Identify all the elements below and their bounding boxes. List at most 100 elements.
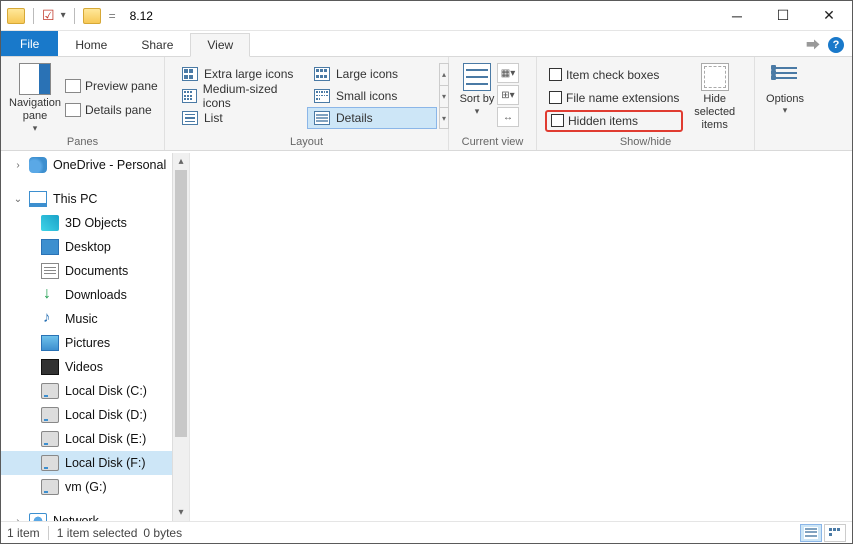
tab-home[interactable]: Home — [58, 33, 124, 56]
network-icon — [29, 513, 47, 521]
navigation-sidebar: › OneDrive - Personal ⌄ This PC 3D Objec… — [1, 153, 189, 521]
layout-medium[interactable]: Medium-sized icons — [175, 85, 305, 107]
extra-large-icons-icon — [182, 67, 198, 81]
item-check-boxes-toggle[interactable]: Item check boxes — [545, 64, 683, 86]
close-button[interactable]: ✕ — [806, 1, 852, 31]
navigation-pane-label: Navigation pane — [9, 97, 61, 123]
sidebar-item-desktop[interactable]: Desktop — [1, 235, 189, 259]
medium-icons-icon — [182, 89, 197, 103]
disk-icon — [41, 455, 59, 471]
pictures-icon — [41, 335, 59, 351]
add-columns-button[interactable]: ⊞▾ — [497, 85, 519, 105]
folder-icon — [83, 8, 101, 24]
sort-by-icon — [463, 63, 491, 91]
scroll-thumb[interactable] — [175, 170, 187, 437]
status-selection: 1 item selected — [57, 526, 138, 540]
layout-list[interactable]: List — [175, 107, 305, 129]
sidebar-item-disk-c[interactable]: Local Disk (C:) — [1, 379, 189, 403]
ribbon-group-current-view: Sort by ▾ ▦▾ ⊞▾ ↔ Current view — [449, 57, 537, 150]
layout-small[interactable]: Small icons — [307, 85, 437, 107]
layout-scroll[interactable]: ▴▾▾ — [439, 63, 449, 129]
group-label-show-hide: Show/hide — [545, 134, 746, 150]
sidebar-item-music[interactable]: Music — [1, 307, 189, 331]
sidebar-scrollbar[interactable]: ▴ ▾ — [172, 153, 189, 521]
details-pane-label: Details pane — [85, 103, 152, 117]
content-area: › OneDrive - Personal ⌄ This PC 3D Objec… — [1, 153, 852, 521]
scroll-down-icon[interactable]: ▾ — [173, 504, 189, 521]
collapse-icon[interactable]: ⌄ — [13, 194, 23, 205]
qat-properties-icon[interactable]: ☑ — [42, 7, 55, 24]
group-label-options — [763, 134, 807, 150]
desktop-icon — [41, 239, 59, 255]
file-list-pane[interactable] — [193, 153, 852, 521]
view-large-icons-toggle[interactable] — [824, 524, 846, 542]
options-icon — [771, 63, 799, 91]
help-icon[interactable]: ? — [828, 37, 844, 53]
sidebar-item-videos[interactable]: Videos — [1, 355, 189, 379]
group-label-layout: Layout — [173, 134, 440, 150]
sidebar-item-onedrive[interactable]: › OneDrive - Personal — [1, 153, 189, 177]
sidebar-item-disk-f[interactable]: Local Disk (F:) — [1, 451, 189, 475]
navigation-pane-icon — [19, 63, 51, 95]
ribbon-group-options: Options ▾ — [755, 57, 815, 150]
sidebar-item-this-pc[interactable]: ⌄ This PC — [1, 187, 189, 211]
details-icon — [314, 111, 330, 125]
hide-selected-label: Hide selected items — [683, 93, 746, 132]
disk-icon — [41, 407, 59, 423]
options-button[interactable]: Options ▾ — [763, 61, 807, 134]
sidebar-item-disk-d[interactable]: Local Disk (D:) — [1, 403, 189, 427]
divider — [33, 8, 34, 24]
status-item-count: 1 item — [7, 526, 40, 540]
ribbon-tabs: File Home Share View ⮕ ? — [1, 31, 852, 57]
sidebar-item-network[interactable]: › Network — [1, 509, 189, 521]
sidebar-item-downloads[interactable]: Downloads — [1, 283, 189, 307]
3d-objects-icon — [41, 215, 59, 231]
ribbon-group-layout: Extra large icons Large icons ▴▾▾ Medium… — [165, 57, 449, 150]
small-icons-icon — [314, 89, 330, 103]
sort-by-button[interactable]: Sort by ▾ — [457, 61, 497, 134]
list-icon — [182, 111, 198, 125]
disk-icon — [41, 431, 59, 447]
preview-pane-label: Preview pane — [85, 79, 158, 93]
checkbox-icon — [549, 91, 562, 104]
scroll-up-icon[interactable]: ▴ — [173, 153, 189, 170]
sidebar-item-pictures[interactable]: Pictures — [1, 331, 189, 355]
sidebar-item-documents[interactable]: Documents — [1, 259, 189, 283]
tab-share[interactable]: Share — [124, 33, 190, 56]
music-icon — [41, 311, 59, 327]
hidden-items-toggle[interactable]: Hidden items — [545, 110, 683, 132]
sidebar-item-3d-objects[interactable]: 3D Objects — [1, 211, 189, 235]
tab-view[interactable]: View — [190, 33, 250, 57]
details-pane-icon — [65, 103, 81, 117]
preview-pane-button[interactable]: Preview pane — [61, 75, 162, 97]
maximize-button[interactable]: ☐ — [760, 1, 806, 31]
sidebar-item-disk-e[interactable]: Local Disk (E:) — [1, 427, 189, 451]
title-separator: = — [109, 9, 116, 23]
size-columns-button[interactable]: ↔ — [497, 107, 519, 127]
details-pane-button[interactable]: Details pane — [61, 99, 162, 121]
preview-pane-icon — [65, 79, 81, 93]
layout-details[interactable]: Details — [307, 107, 437, 129]
hide-selected-items-button[interactable]: Hide selected items — [683, 61, 746, 134]
view-details-toggle[interactable] — [800, 524, 822, 542]
navigation-pane-button[interactable]: Navigation pane ▾ — [9, 61, 61, 134]
onedrive-icon — [29, 157, 47, 173]
file-name-extensions-toggle[interactable]: File name extensions — [545, 87, 683, 109]
status-size: 0 bytes — [143, 526, 182, 540]
qat-dropdown-icon[interactable]: ▾ — [61, 10, 66, 21]
expand-icon[interactable]: › — [13, 160, 23, 171]
layout-large[interactable]: Large icons — [307, 63, 437, 85]
sidebar-item-vm-g[interactable]: vm (G:) — [1, 475, 189, 499]
this-pc-icon — [29, 191, 47, 207]
tab-file[interactable]: File — [1, 31, 58, 56]
minimize-button[interactable]: ─ — [714, 1, 760, 31]
group-label-current-view: Current view — [457, 134, 528, 150]
group-by-button[interactable]: ▦▾ — [497, 63, 519, 83]
group-label-panes: Panes — [9, 134, 156, 150]
window-title: 8.12 — [130, 9, 153, 23]
minimize-ribbon-icon[interactable]: ⮕ — [806, 35, 820, 55]
videos-icon — [41, 359, 59, 375]
hide-selected-icon — [701, 63, 729, 91]
options-label: Options — [763, 93, 807, 105]
checkbox-icon — [551, 114, 564, 127]
